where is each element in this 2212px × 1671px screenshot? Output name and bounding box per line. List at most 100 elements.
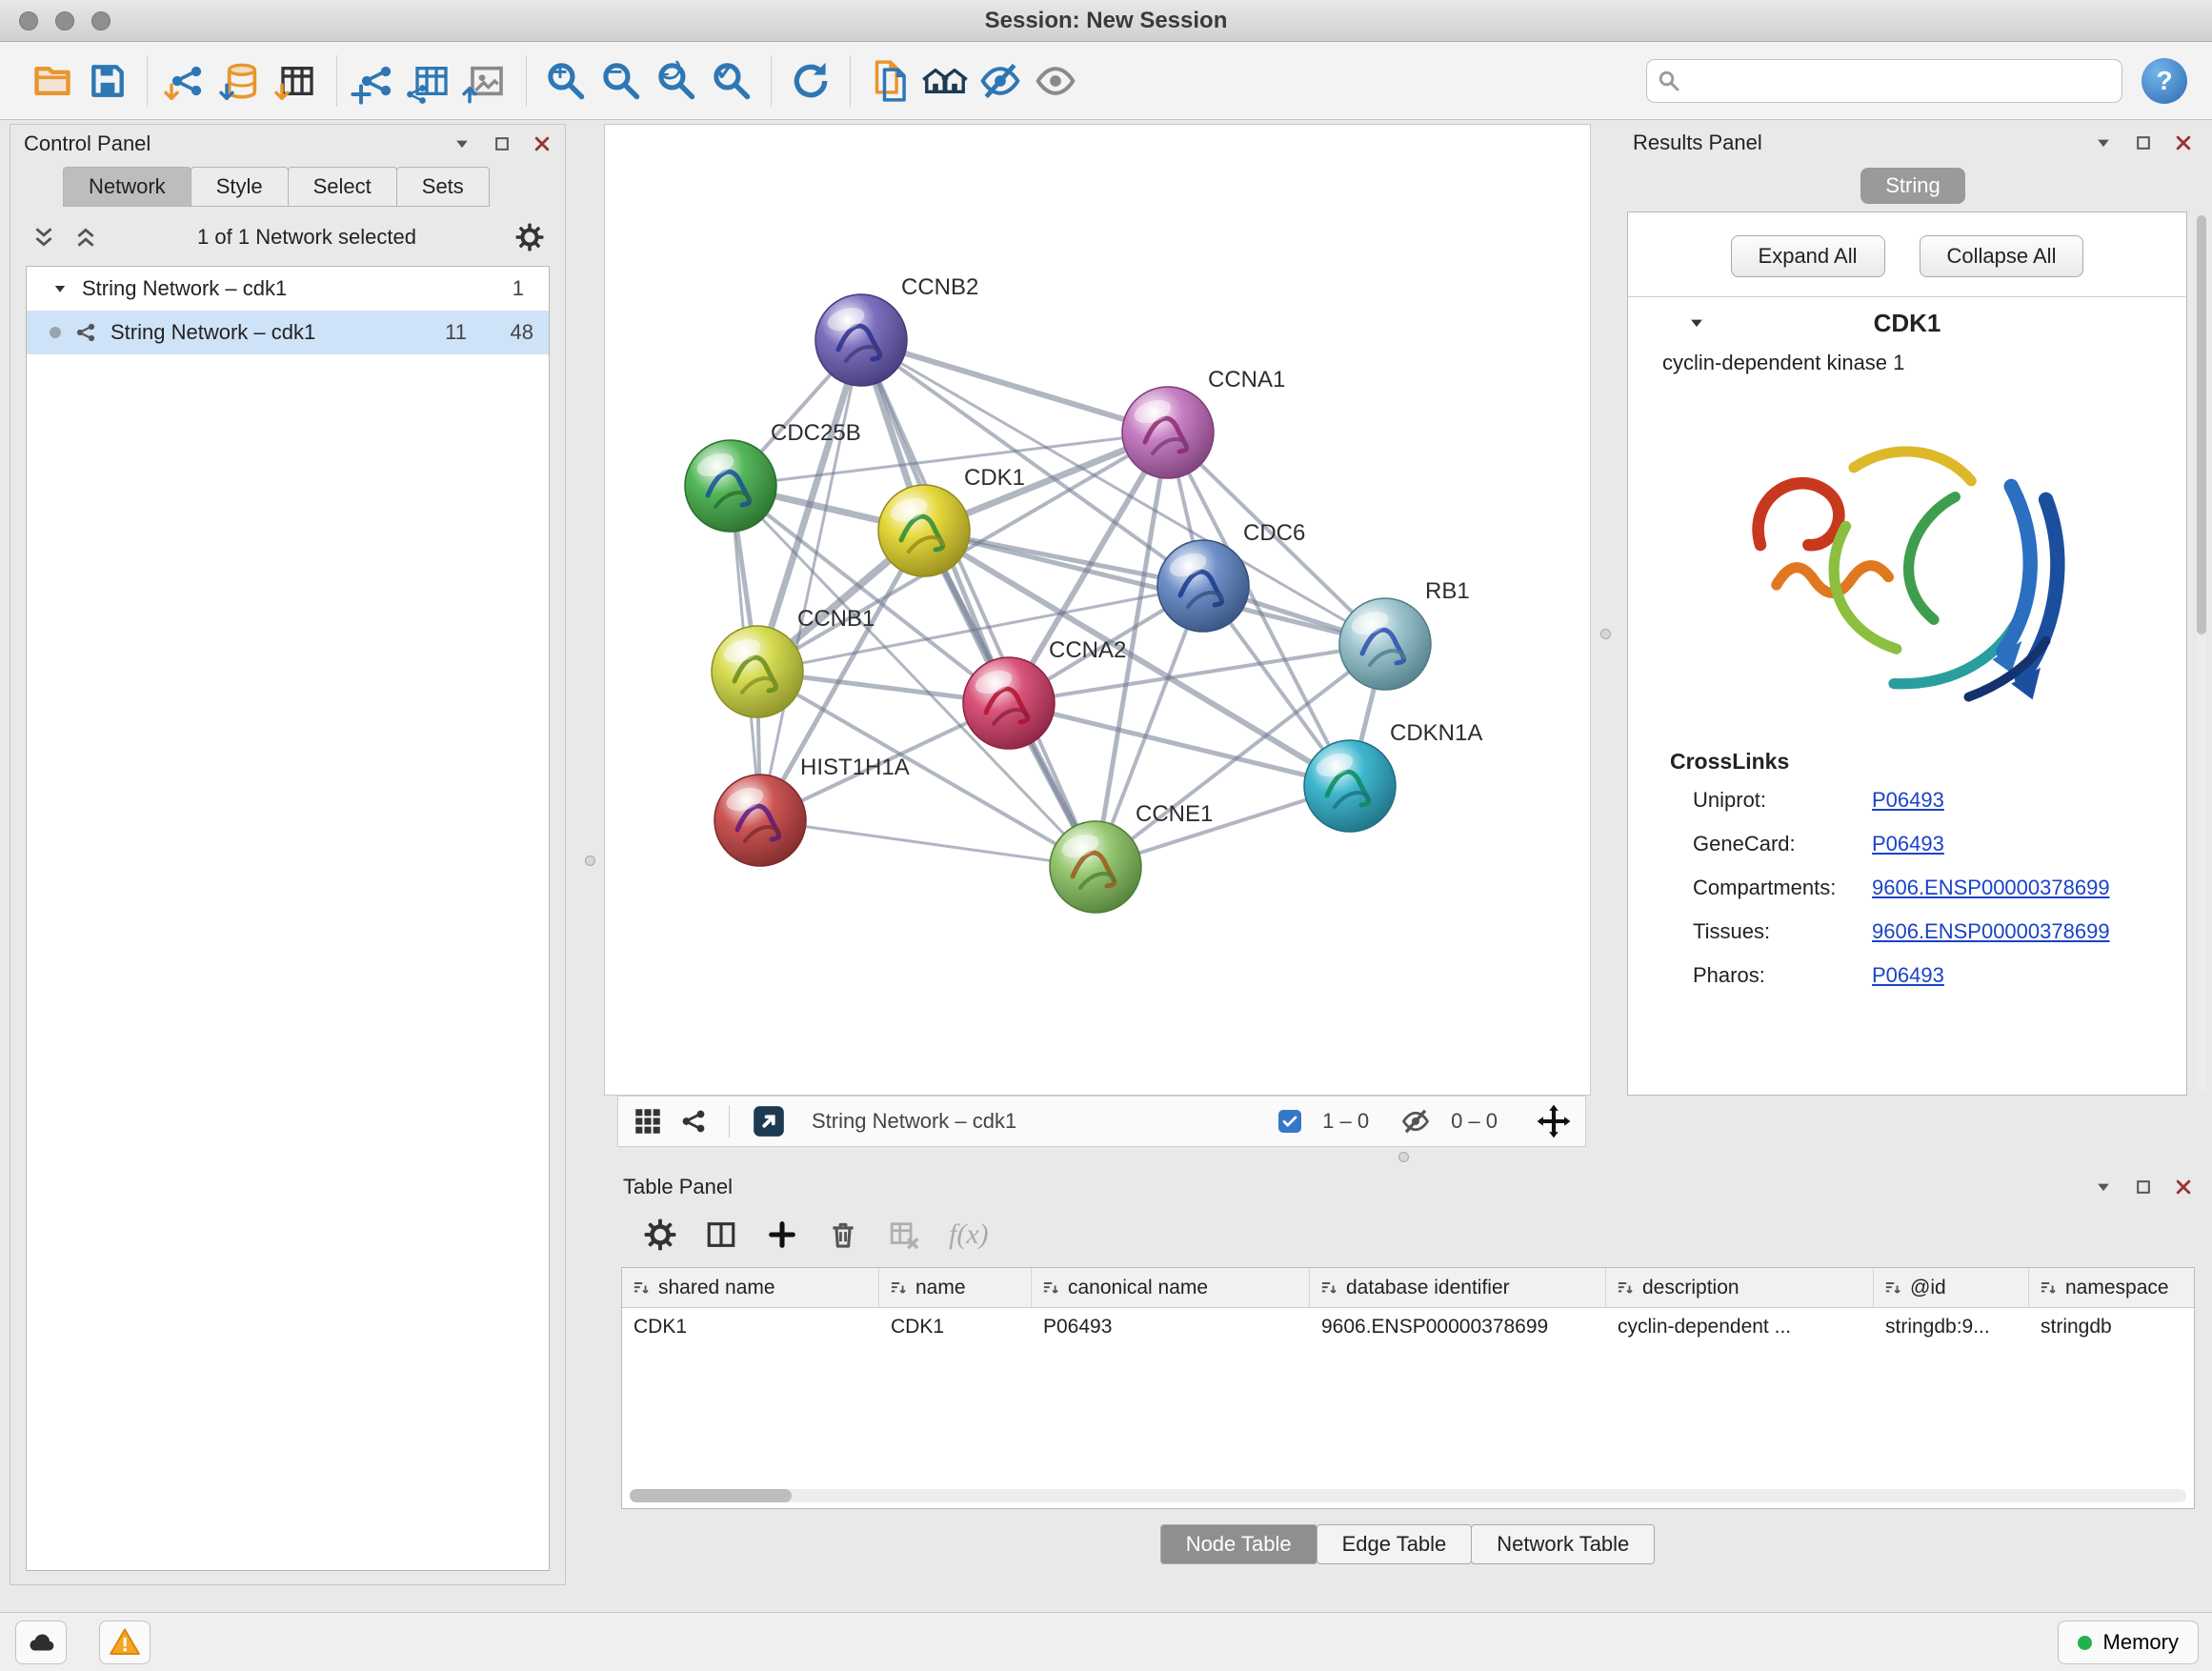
node-CDC6[interactable]: CDC6 [1157, 520, 1305, 632]
panel-menu-icon[interactable] [452, 134, 472, 153]
splitter-handle[interactable] [1398, 1152, 1409, 1162]
export-view-icon[interactable] [751, 1103, 787, 1139]
delete-table-icon[interactable] [888, 1218, 920, 1251]
panel-menu-icon[interactable] [2094, 1178, 2113, 1197]
node-CDC25B[interactable]: CDC25B [685, 420, 861, 532]
expand-all-icon[interactable] [73, 225, 98, 250]
protein-section-header[interactable]: CDK1 [1628, 297, 2186, 349]
crosslink-link[interactable]: 9606.ENSP00000378699 [1872, 876, 2110, 900]
node-RB1[interactable]: RB1 [1339, 578, 1470, 690]
save-session-button[interactable] [80, 53, 135, 109]
tab-string[interactable]: String [1860, 168, 1965, 204]
crosslink-link[interactable]: P06493 [1872, 788, 1944, 813]
show-columns-icon[interactable] [705, 1218, 737, 1251]
house-icon [938, 65, 971, 97]
column-header-shared-name[interactable]: shared name [622, 1268, 879, 1307]
edge-HIST1H1A-CCNE1[interactable] [760, 820, 1096, 867]
network-row-selected[interactable]: String Network – cdk1 11 48 [27, 311, 549, 354]
network-options-gear-icon[interactable] [515, 223, 544, 252]
edge-CCNB2-CCNE1[interactable] [861, 340, 1096, 867]
tab-node-table[interactable]: Node Table [1160, 1524, 1317, 1564]
protein-structure-image [1698, 398, 2117, 732]
scrollbar-handle[interactable] [2197, 215, 2206, 634]
add-column-icon[interactable] [766, 1218, 798, 1251]
column-header-description[interactable]: description [1606, 1268, 1874, 1307]
window-zoom-button[interactable] [91, 11, 111, 30]
import-table-button[interactable] [270, 53, 325, 109]
node-HIST1H1A[interactable]: HIST1H1A [714, 755, 910, 866]
zoom-in-button[interactable]: + [538, 53, 593, 109]
tab-sets[interactable]: Sets [396, 167, 490, 207]
crosslink-link[interactable]: P06493 [1872, 963, 1944, 988]
panel-menu-icon[interactable] [2094, 133, 2113, 152]
edge-CCNB2-CCNA1[interactable] [861, 340, 1168, 433]
panel-close-icon[interactable] [533, 134, 552, 153]
tab-style[interactable]: Style [191, 167, 289, 207]
column-header-namespace[interactable]: namespace [2029, 1268, 2195, 1307]
column-header-canonical-name[interactable]: canonical name [1032, 1268, 1310, 1307]
open-session-button[interactable] [25, 53, 80, 109]
scrollbar-handle[interactable] [630, 1489, 792, 1502]
column-header--id[interactable]: @id [1874, 1268, 2029, 1307]
panel-close-icon[interactable] [2174, 133, 2193, 152]
node-CDK1[interactable]: CDK1 [878, 465, 1025, 576]
delete-column-icon[interactable] [827, 1218, 859, 1251]
function-builder-icon[interactable]: f(x) [949, 1218, 989, 1251]
cloud-status-button[interactable] [15, 1621, 67, 1664]
column-header-database-identifier[interactable]: database identifier [1310, 1268, 1606, 1307]
import-network-from-database-button[interactable] [214, 53, 270, 109]
crosslink-link[interactable]: 9606.ENSP00000378699 [1872, 919, 2110, 944]
search-input[interactable] [1646, 59, 2122, 103]
tab-network-table[interactable]: Network Table [1471, 1524, 1655, 1564]
first-neighbors-button[interactable] [917, 53, 973, 109]
node-CCNA1[interactable]: CCNA1 [1122, 367, 1285, 478]
table-horizontal-scrollbar[interactable] [630, 1489, 2186, 1502]
table-options-gear-icon[interactable] [644, 1218, 676, 1251]
results-scrollbar[interactable] [2197, 215, 2206, 1092]
window-close-button[interactable] [19, 11, 38, 30]
copy-document-button[interactable] [862, 53, 917, 109]
disclosure-triangle-icon[interactable] [1687, 313, 1706, 332]
column-header-name[interactable]: name [879, 1268, 1032, 1307]
panel-close-icon[interactable] [2174, 1178, 2193, 1197]
selected-nodes-checkbox[interactable] [1278, 1110, 1301, 1133]
fit-content-button[interactable]: ⤾ [649, 53, 704, 109]
splitter-handle[interactable] [1600, 629, 1611, 639]
panel-float-icon[interactable] [2134, 1178, 2153, 1197]
window-minimize-button[interactable] [55, 11, 74, 30]
node-CDKN1A[interactable]: CDKN1A [1304, 720, 1482, 832]
new-network-button[interactable] [349, 53, 404, 109]
import-network-from-file-button[interactable] [159, 53, 214, 109]
network-from-table-button[interactable] [404, 53, 459, 109]
tab-network[interactable]: Network [63, 167, 191, 207]
clone-view-button[interactable] [459, 53, 514, 109]
help-button[interactable]: ? [2142, 58, 2187, 104]
tab-edge-table[interactable]: Edge Table [1317, 1524, 1473, 1564]
disclosure-triangle-icon[interactable] [51, 280, 69, 297]
pan-move-icon[interactable] [1536, 1103, 1572, 1139]
expand-all-button[interactable]: Expand All [1731, 235, 1885, 277]
collapse-all-button[interactable]: Collapse All [1920, 235, 2084, 277]
show-all-button[interactable] [1028, 53, 1083, 109]
table-row[interactable]: CDK1CDK1P064939606.ENSP00000378699cyclin… [622, 1308, 2194, 1348]
network-overview-icon[interactable] [679, 1107, 708, 1136]
network-collection-row[interactable]: String Network – cdk1 1 [27, 267, 549, 311]
apply-layout-button[interactable] [783, 53, 838, 109]
memory-button[interactable]: Memory [2058, 1621, 2199, 1664]
zoom-out-button[interactable]: − [593, 53, 649, 109]
hide-selected-button[interactable] [973, 53, 1028, 109]
sort-icon [1319, 1278, 1338, 1298]
zoom-selected-button[interactable]: ✓ [704, 53, 759, 109]
birds-eye-grid-icon[interactable] [632, 1105, 664, 1137]
title-bar: Session: New Session [0, 0, 2212, 42]
hidden-eye-slash-icon[interactable] [1401, 1107, 1430, 1136]
edge-CCNB2-HIST1H1A[interactable] [760, 340, 861, 820]
splitter-handle[interactable] [585, 856, 595, 866]
crosslink-link[interactable]: P06493 [1872, 832, 1944, 856]
panel-float-icon[interactable] [2134, 133, 2153, 152]
warnings-button[interactable] [99, 1621, 151, 1664]
panel-float-icon[interactable] [493, 134, 512, 153]
tab-select[interactable]: Select [288, 167, 397, 207]
collapse-all-icon[interactable] [31, 225, 56, 250]
network-canvas[interactable]: CCNB2CCNA1CDC25BCDK1CDC6RB1CCNB1CCNA2CDK… [604, 124, 1591, 1096]
